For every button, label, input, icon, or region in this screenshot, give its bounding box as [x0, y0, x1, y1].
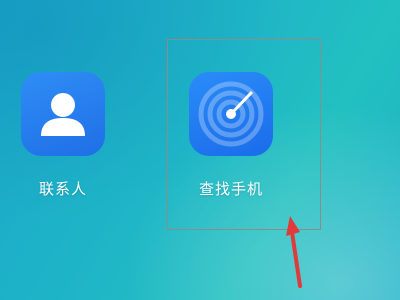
app-label-contacts: 联系人 [38, 180, 87, 198]
contacts-icon [21, 72, 105, 156]
highlight-box [167, 39, 321, 230]
app-contacts[interactable]: 联系人 [8, 72, 118, 199]
